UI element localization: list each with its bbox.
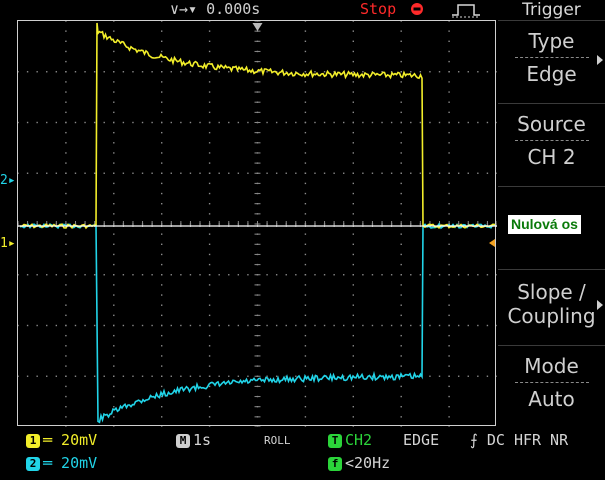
slope-label: Slope / bbox=[517, 280, 586, 304]
stop-icon bbox=[411, 3, 423, 15]
divider bbox=[514, 57, 589, 58]
type-label: Type bbox=[528, 29, 575, 53]
bottom-status-bar: 1 ═ 20mV 2 ═ 20mV M 1s ROLL T CH2 EDGE ⨍ DC … bbox=[0, 428, 605, 480]
coupling-label: Coupling bbox=[507, 304, 596, 328]
ch1-position-marker[interactable]: 1▸ bbox=[0, 236, 16, 251]
timebase-readout: M 1s bbox=[176, 431, 211, 449]
ch1-scale-readout: 1 ═ 20mV bbox=[26, 431, 97, 449]
trigger-source: CH2 bbox=[345, 431, 373, 449]
divider bbox=[514, 140, 589, 141]
ch2-scale: ═ 20mV bbox=[43, 454, 98, 472]
softkey-empty[interactable] bbox=[498, 186, 605, 266]
chevron-right-icon bbox=[597, 54, 603, 65]
acquisition-mode: ROLL bbox=[264, 434, 291, 447]
menu-title: Trigger bbox=[522, 0, 581, 20]
divider bbox=[514, 382, 589, 383]
rising-edge-pulse-icon bbox=[452, 4, 480, 18]
waveform-display[interactable] bbox=[17, 20, 497, 427]
run-state-indicator: Stop bbox=[360, 0, 397, 18]
mode-label: Mode bbox=[524, 354, 579, 378]
waveform-canvas bbox=[18, 21, 497, 427]
trigger-type: EDGE bbox=[403, 431, 440, 449]
ch1-badge: 1 bbox=[26, 434, 40, 448]
chevron-right-icon bbox=[597, 300, 603, 310]
softkey-source[interactable]: Source CH 2 bbox=[498, 103, 605, 183]
frequency-value: <20Hz bbox=[345, 454, 391, 472]
trigger-source-readout: T CH2 bbox=[328, 431, 372, 449]
softkey-slope-coupling[interactable]: Slope / Coupling bbox=[498, 269, 605, 342]
top-status-bar: ∨→▾ 0.000s Stop bbox=[0, 0, 496, 20]
frequency-readout: f <20Hz bbox=[328, 454, 390, 472]
timebase-value: 1s bbox=[193, 431, 212, 449]
horizontal-delay-readout: ∨→▾ 0.000s bbox=[170, 0, 261, 18]
ch2-position-marker[interactable]: 2▸ bbox=[0, 173, 16, 188]
softkey-type[interactable]: Type Edge bbox=[498, 20, 605, 100]
softkey-mode[interactable]: Mode Auto bbox=[498, 345, 605, 427]
ch1-trace bbox=[19, 22, 496, 230]
timebase-badge: M bbox=[176, 434, 190, 448]
ch2-trace bbox=[19, 222, 496, 424]
trigger-menu: Trigger Type Edge Source CH 2 Slope / Co… bbox=[498, 0, 605, 430]
ch2-scale-readout: 2 ═ 20mV bbox=[26, 454, 97, 472]
trigger-badge: T bbox=[328, 434, 342, 448]
source-label: Source bbox=[517, 112, 586, 136]
trigger-position-marker bbox=[252, 23, 263, 31]
source-value: CH 2 bbox=[527, 145, 576, 169]
mode-value: Auto bbox=[528, 387, 575, 411]
ch2-badge: 2 bbox=[26, 457, 40, 471]
trigger-coupling: ⨍ DC HFR NR bbox=[470, 431, 569, 449]
trigger-level-marker bbox=[489, 239, 495, 247]
type-value: Edge bbox=[526, 62, 577, 86]
ch1-scale: ═ 20mV bbox=[43, 431, 98, 449]
frequency-badge: f bbox=[328, 457, 342, 471]
